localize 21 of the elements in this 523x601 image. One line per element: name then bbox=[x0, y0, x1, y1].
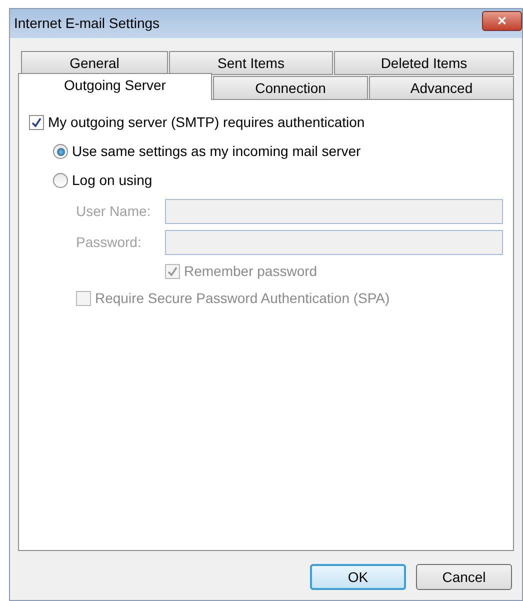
tab[interactable]: Advanced bbox=[369, 76, 514, 100]
radio-button[interactable] bbox=[53, 173, 68, 188]
checkbox-label: Require Secure Password Authentication (SPA) bbox=[95, 289, 390, 308]
checkbox-label: Remember password bbox=[184, 262, 318, 281]
tab[interactable]: Outgoing Server bbox=[18, 73, 212, 100]
tab[interactable]: Deleted Items bbox=[334, 51, 514, 75]
check-icon bbox=[167, 266, 178, 277]
window-title: Internet E-mail Settings bbox=[14, 14, 160, 33]
field-label: User Name: bbox=[76, 202, 152, 221]
field-label: Password: bbox=[76, 233, 142, 252]
check-icon bbox=[31, 117, 42, 128]
checkbox-label: My outgoing server (SMTP) requires authentication bbox=[48, 113, 365, 132]
radio-label: Use same settings as my incoming mail server bbox=[72, 142, 361, 161]
checkbox[interactable] bbox=[29, 115, 44, 130]
tab[interactable]: Sent Items bbox=[169, 51, 333, 75]
radio-label: Log on using bbox=[72, 171, 152, 190]
dialog-button[interactable]: OK bbox=[310, 564, 406, 590]
radio-button[interactable] bbox=[53, 144, 68, 159]
dialog-button[interactable]: Cancel bbox=[416, 564, 512, 590]
tab[interactable]: Connection bbox=[213, 76, 368, 100]
tab[interactable]: General bbox=[21, 51, 168, 75]
